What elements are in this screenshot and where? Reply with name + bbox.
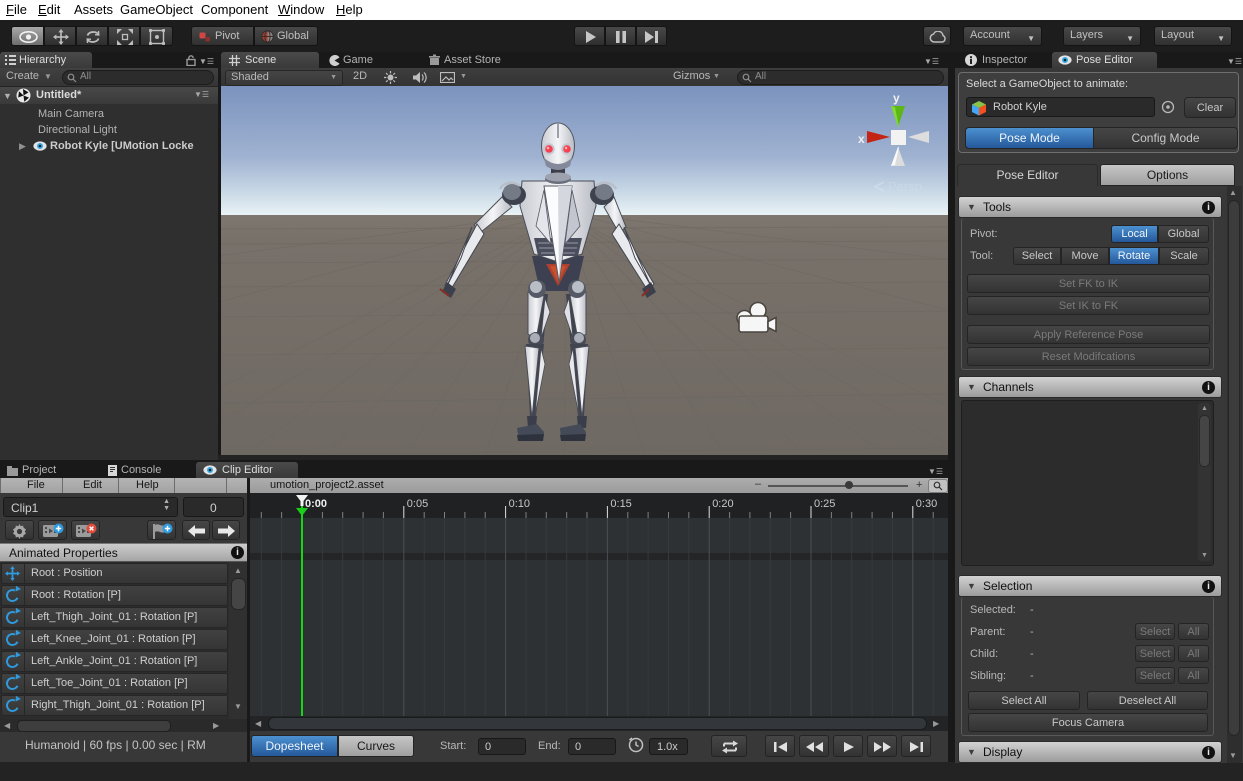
svg-text:0:00: 0:00 xyxy=(305,498,327,510)
svg-text:Persp: Persp xyxy=(888,179,922,194)
svg-text:0:30: 0:30 xyxy=(916,498,937,510)
svg-text:0:20: 0:20 xyxy=(712,498,733,510)
svg-text:y: y xyxy=(893,91,900,105)
svg-text:0:05: 0:05 xyxy=(407,498,428,510)
svg-text:0:15: 0:15 xyxy=(610,498,631,510)
svg-text:0:25: 0:25 xyxy=(814,498,835,510)
svg-text:0:10: 0:10 xyxy=(509,498,530,510)
svg-text:x: x xyxy=(858,132,865,146)
